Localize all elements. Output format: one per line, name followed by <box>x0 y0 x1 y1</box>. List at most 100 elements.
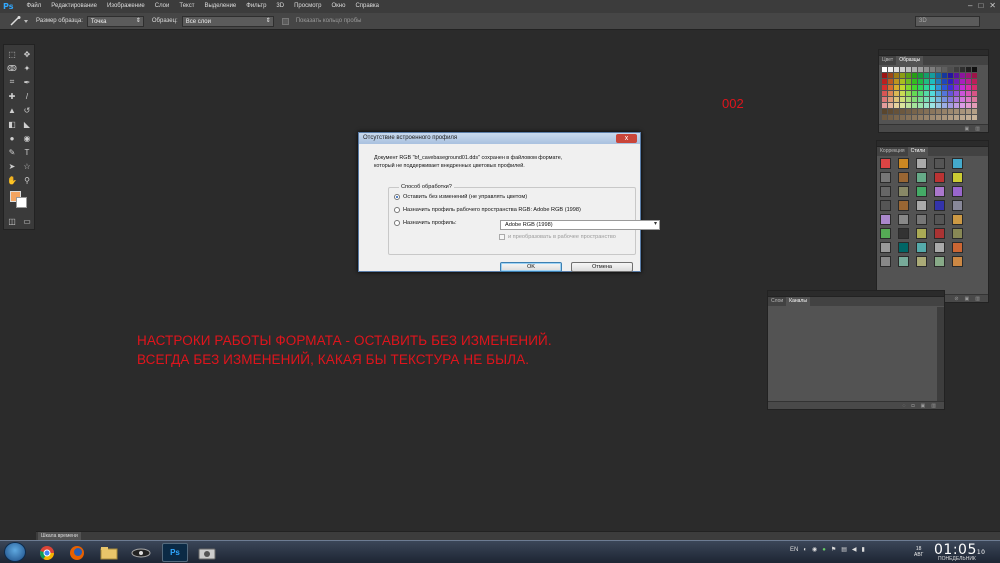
style-preset[interactable] <box>916 256 927 267</box>
close-window-button[interactable]: ✕ <box>989 1 996 10</box>
camera-app-icon[interactable] <box>194 543 220 562</box>
style-preset[interactable] <box>916 242 927 253</box>
color-swatch[interactable] <box>888 73 893 78</box>
trash-icon[interactable]: ▥ <box>975 126 980 132</box>
color-swatch[interactable] <box>936 109 941 114</box>
color-swatch[interactable] <box>930 73 935 78</box>
color-swatch[interactable] <box>930 91 935 96</box>
color-swatch[interactable] <box>960 109 965 114</box>
color-swatch[interactable] <box>948 91 953 96</box>
color-swatch[interactable] <box>912 79 917 84</box>
color-swatch[interactable] <box>918 67 923 72</box>
volume-icon[interactable]: ◀ <box>852 546 857 553</box>
sample-size-select[interactable]: Точка <box>86 15 144 27</box>
style-preset[interactable] <box>934 214 945 225</box>
color-swatch[interactable] <box>954 85 959 90</box>
style-preset[interactable] <box>898 256 909 267</box>
profile-select[interactable]: Adobe RGB (1998) ▾ <box>500 220 660 230</box>
color-swatch[interactable] <box>912 85 917 90</box>
style-preset[interactable] <box>880 228 891 239</box>
menu-window[interactable]: Окно <box>327 0 351 13</box>
paint-bucket-tool-icon[interactable]: ◣ <box>21 118 33 130</box>
style-preset[interactable] <box>880 256 891 267</box>
network-icon[interactable]: ◐ <box>803 547 807 553</box>
color-swatch[interactable] <box>882 79 887 84</box>
color-swatch[interactable] <box>906 91 911 96</box>
color-swatch[interactable] <box>912 91 917 96</box>
clock-date[interactable]: 18 АВГ <box>914 546 923 558</box>
color-swatch[interactable] <box>942 67 947 72</box>
menu-select[interactable]: Выделение <box>199 0 241 13</box>
workspace-select[interactable]: 3D <box>915 16 980 27</box>
color-swatch[interactable] <box>954 115 959 120</box>
color-swatch[interactable] <box>960 73 965 78</box>
color-swatch[interactable] <box>972 103 977 108</box>
color-swatch[interactable] <box>930 97 935 102</box>
color-swatch[interactable] <box>954 103 959 108</box>
color-swatch[interactable] <box>972 97 977 102</box>
menu-view[interactable]: Просмотр <box>289 0 326 13</box>
radio-assign-profile[interactable] <box>394 220 400 226</box>
lasso-tool-icon[interactable]: ↂ <box>6 62 18 74</box>
path-selection-tool-icon[interactable]: ➤ <box>6 160 18 172</box>
battery-icon[interactable]: ▮ <box>862 546 865 553</box>
color-swatch[interactable] <box>930 85 935 90</box>
color-swatch[interactable] <box>924 79 929 84</box>
color-swatch[interactable] <box>960 115 965 120</box>
color-swatch[interactable] <box>930 67 935 72</box>
menu-edit[interactable]: Редактирование <box>46 0 102 13</box>
color-swatch[interactable] <box>942 97 947 102</box>
color-swatch[interactable] <box>888 109 893 114</box>
style-preset[interactable] <box>898 186 909 197</box>
color-swatch[interactable] <box>888 115 893 120</box>
color-swatch[interactable] <box>960 103 965 108</box>
color-swatch[interactable] <box>960 91 965 96</box>
color-swatch[interactable] <box>966 109 971 114</box>
color-swatch[interactable] <box>912 97 917 102</box>
color-swatch[interactable] <box>918 79 923 84</box>
color-swatch[interactable] <box>918 85 923 90</box>
color-swatch[interactable] <box>936 79 941 84</box>
history-brush-tool-icon[interactable]: ↺ <box>21 104 33 116</box>
color-swatch[interactable] <box>942 109 947 114</box>
color-swatch[interactable] <box>930 79 935 84</box>
convert-checkbox[interactable] <box>499 234 505 240</box>
firefox-icon[interactable] <box>64 543 90 562</box>
color-swatch[interactable] <box>906 115 911 120</box>
style-preset[interactable] <box>916 186 927 197</box>
style-preset[interactable] <box>916 214 927 225</box>
color-swatch[interactable] <box>936 115 941 120</box>
style-preset[interactable] <box>898 228 909 239</box>
color-swatch[interactable] <box>948 97 953 102</box>
color-swatch[interactable] <box>960 67 965 72</box>
eyedropper-tool-icon[interactable]: ✒ <box>21 76 33 88</box>
style-preset[interactable] <box>880 186 891 197</box>
color-swatch[interactable] <box>972 91 977 96</box>
style-preset[interactable] <box>952 200 963 211</box>
color-swatch[interactable] <box>888 85 893 90</box>
quick-mask-icon[interactable]: ◫ <box>6 215 18 227</box>
color-swatch[interactable] <box>918 103 923 108</box>
color-swatch[interactable] <box>906 79 911 84</box>
color-swatch[interactable] <box>906 109 911 114</box>
new-channel-icon[interactable]: ▣ <box>921 403 926 409</box>
eraser-tool-icon[interactable]: ◧ <box>6 118 18 130</box>
show-ring-checkbox[interactable] <box>281 17 289 25</box>
healing-brush-tool-icon[interactable]: ✚ <box>6 90 18 102</box>
security-icon[interactable]: ● <box>822 547 826 553</box>
cancel-button[interactable]: Отмена <box>571 262 633 272</box>
menu-help[interactable]: Справка <box>350 0 384 13</box>
radio-leave-unchanged[interactable] <box>394 194 400 200</box>
style-preset[interactable] <box>934 158 945 169</box>
color-swatch[interactable] <box>912 67 917 72</box>
color-swatch[interactable] <box>894 115 899 120</box>
tab-color[interactable]: Цвет <box>879 56 896 65</box>
zoom-tool-icon[interactable]: ⚲ <box>21 174 33 186</box>
color-swatch[interactable] <box>948 115 953 120</box>
color-swatch[interactable] <box>966 97 971 102</box>
style-preset[interactable] <box>880 158 891 169</box>
chrome-icon[interactable] <box>34 543 60 562</box>
color-swatch[interactable] <box>942 115 947 120</box>
color-swatch[interactable] <box>936 97 941 102</box>
style-preset[interactable] <box>916 158 927 169</box>
